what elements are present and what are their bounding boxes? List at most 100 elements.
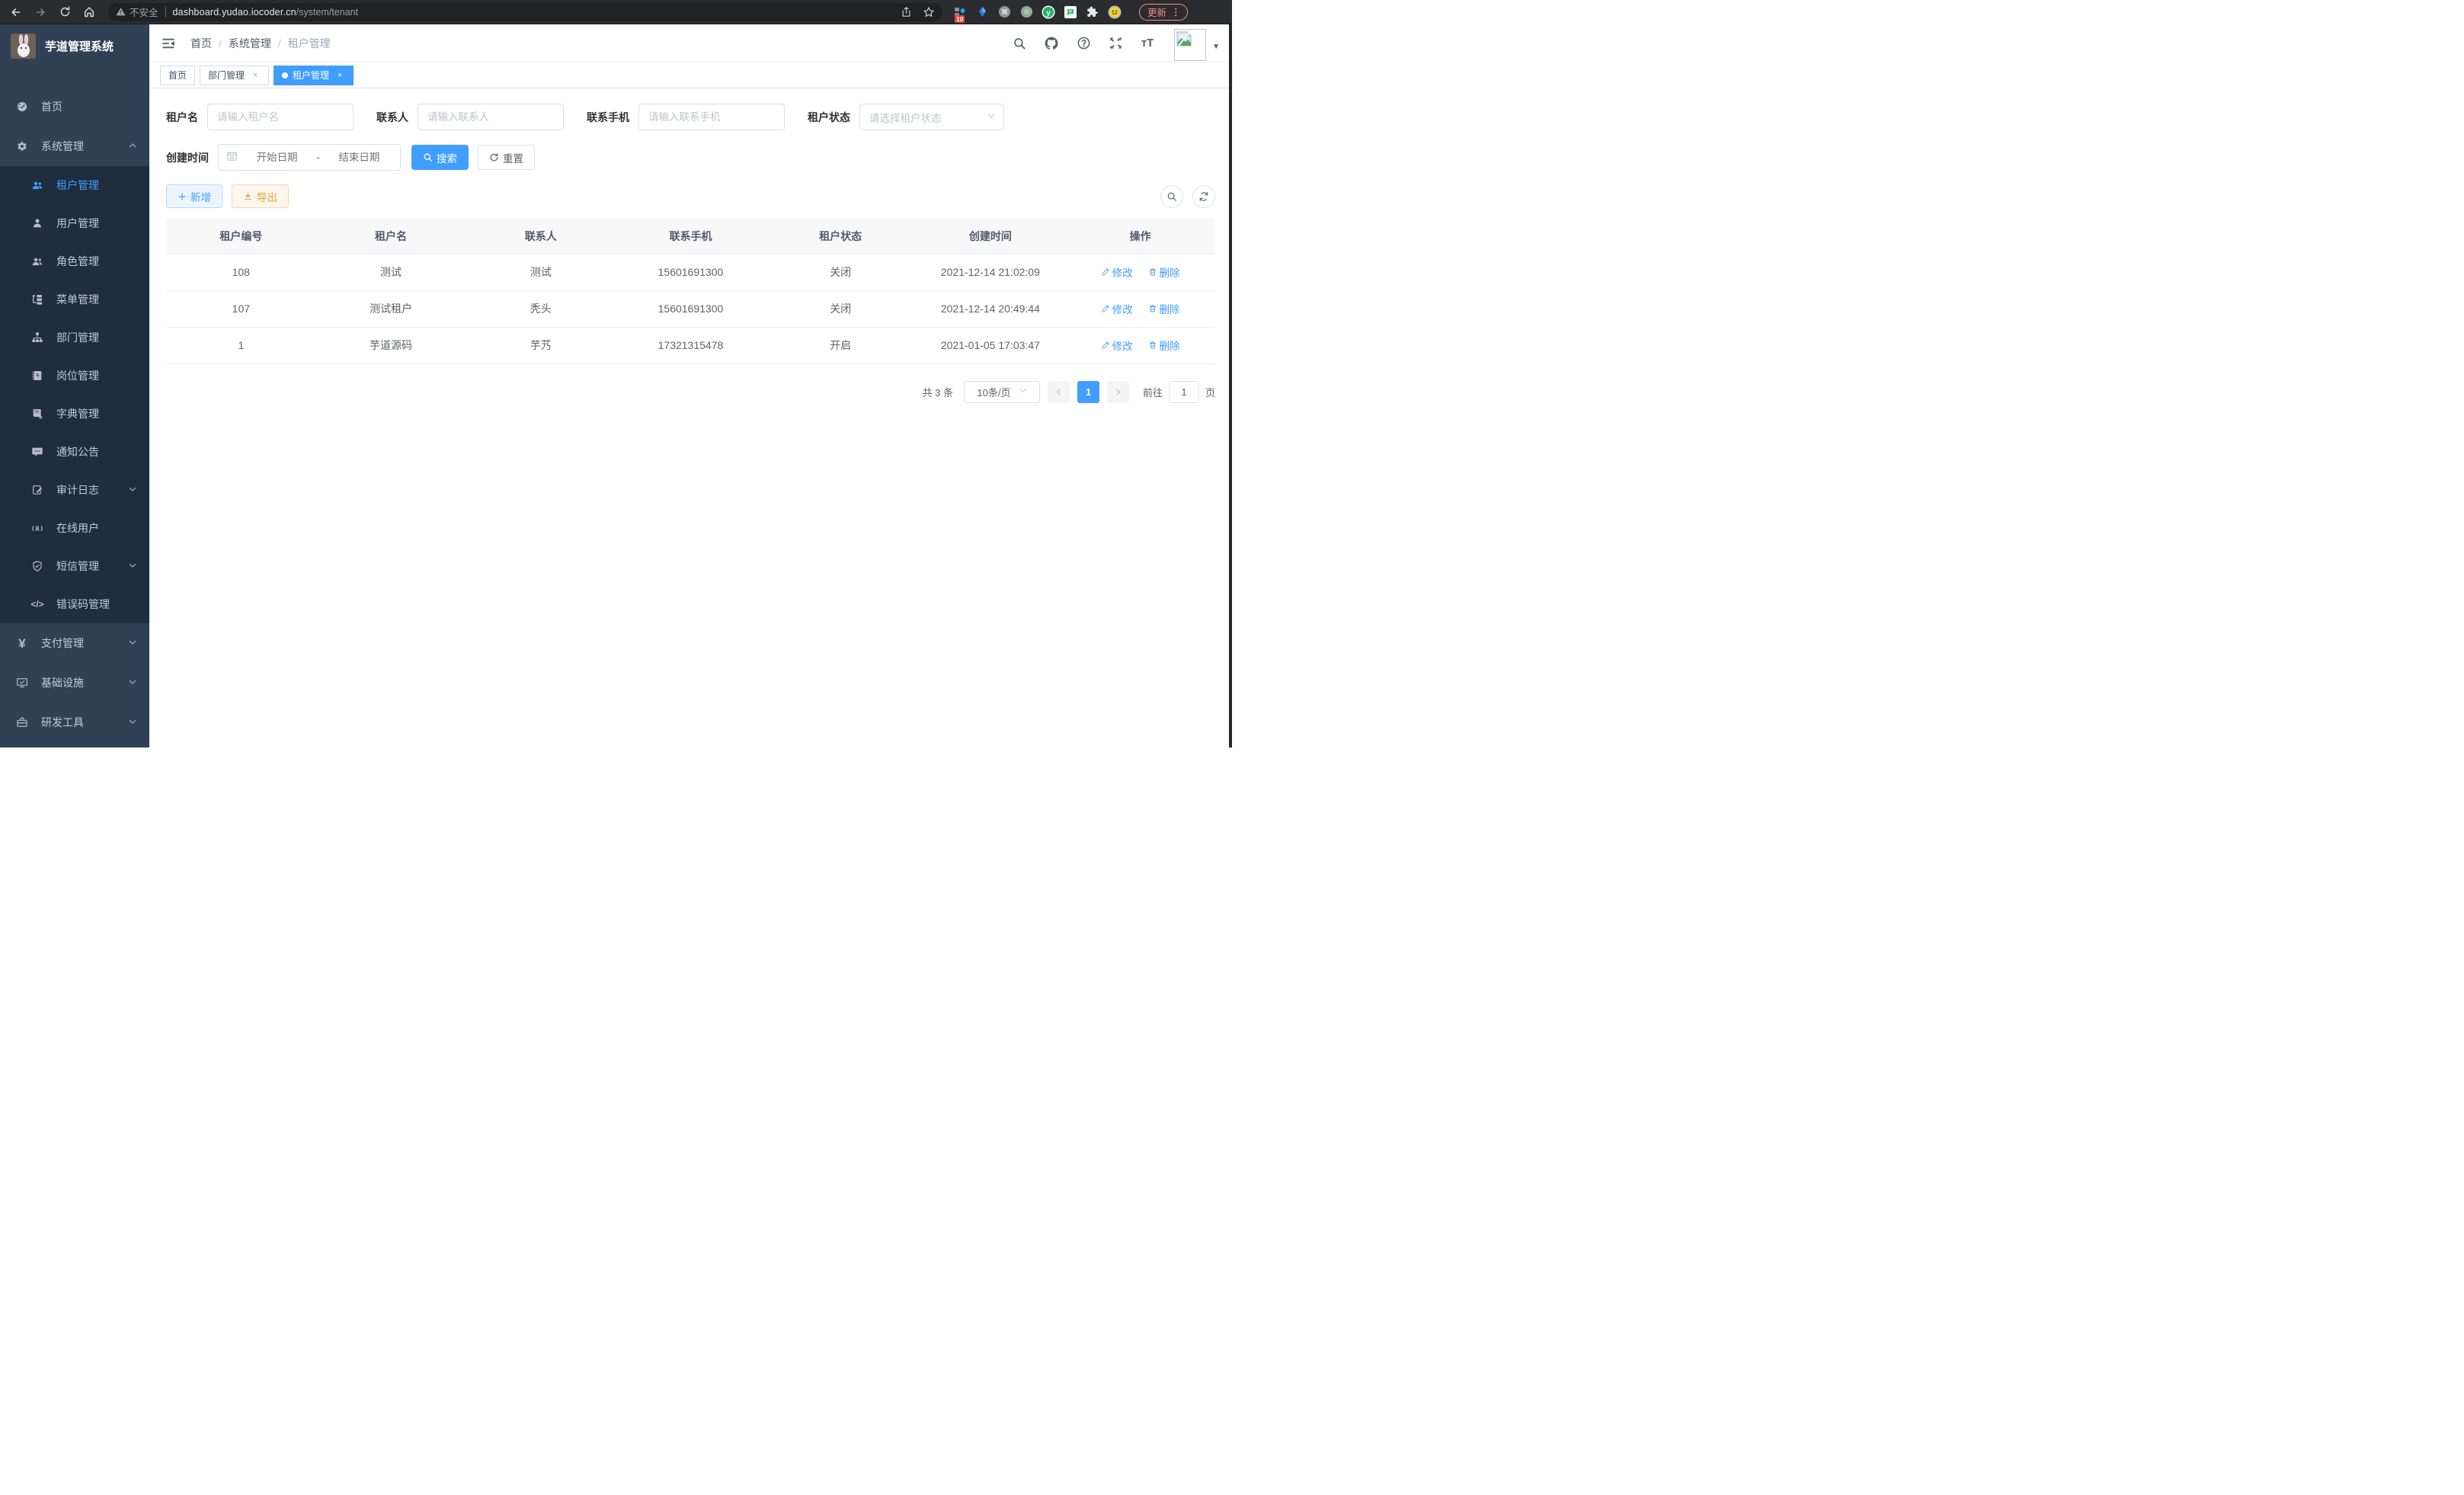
search-button[interactable]: 搜索 xyxy=(411,145,469,170)
browser-menu-icon[interactable]: ⋮ xyxy=(1171,6,1181,18)
font-size-icon[interactable]: ᴛT xyxy=(1139,35,1156,52)
sidebar-item-label: 在线用户 xyxy=(56,520,99,536)
sidebar-item-infra[interactable]: 基础设施 xyxy=(0,663,149,703)
extension-grid-icon[interactable]: 10 xyxy=(953,5,967,19)
sidebar-item-label: 错误码管理 xyxy=(56,597,110,612)
edit-link[interactable]: 修改 xyxy=(1101,338,1133,353)
sidebar-item-dict[interactable]: 字典管理 xyxy=(0,395,149,433)
date-end-input[interactable] xyxy=(326,152,392,163)
message-icon xyxy=(31,446,43,458)
tab-home[interactable]: 首页 xyxy=(160,66,195,85)
profile-emoji-icon[interactable] xyxy=(1108,5,1122,19)
sidebar-item-pay[interactable]: ¥ 支付管理 xyxy=(0,623,149,663)
extension-chat-icon[interactable] xyxy=(1064,5,1077,19)
avatar[interactable] xyxy=(1174,29,1206,61)
extension-y-icon[interactable]: y xyxy=(1042,5,1055,19)
extension-command-icon[interactable]: ⌘ xyxy=(997,5,1011,19)
delete-link[interactable]: 删除 xyxy=(1148,338,1180,353)
browser-update-button[interactable]: 更新 ⋮ xyxy=(1139,4,1188,21)
sidebar-item-user[interactable]: 用户管理 xyxy=(0,204,149,242)
github-icon[interactable] xyxy=(1043,35,1060,52)
delete-link[interactable]: 删除 xyxy=(1148,264,1180,280)
browser-back-icon[interactable] xyxy=(6,2,26,22)
breadcrumb-system[interactable]: 系统管理 xyxy=(229,36,271,51)
tab-tenant[interactable]: 租户管理 × xyxy=(274,66,354,85)
next-page-button[interactable] xyxy=(1107,381,1129,403)
prev-page-button[interactable] xyxy=(1048,381,1070,403)
page-number-1[interactable]: 1 xyxy=(1077,381,1099,403)
add-button[interactable]: 新增 xyxy=(166,184,222,208)
contact-input[interactable] xyxy=(418,104,564,130)
sidebar-item-role[interactable]: 角色管理 xyxy=(0,242,149,280)
col-status: 租户状态 xyxy=(766,219,916,254)
sidebar-item-label: 系统管理 xyxy=(41,139,84,154)
browser-reload-icon[interactable] xyxy=(55,2,75,22)
user-menu[interactable]: ▼ xyxy=(1174,26,1220,61)
book-icon xyxy=(31,408,43,420)
header-search-icon[interactable] xyxy=(1011,35,1028,52)
sidebar-item-online[interactable]: 在线用户 xyxy=(0,509,149,547)
update-label: 更新 xyxy=(1147,5,1166,19)
filter-row-2: 创建时间 - 搜索 xyxy=(166,144,1215,171)
sidebar-item-errcode[interactable]: </> 错误码管理 xyxy=(0,585,149,623)
bookmark-star-icon[interactable] xyxy=(923,6,935,18)
toggle-search-button[interactable] xyxy=(1160,185,1183,208)
date-range-picker[interactable]: - xyxy=(218,144,401,171)
tab-close-icon[interactable]: × xyxy=(334,70,345,81)
delete-link[interactable]: 删除 xyxy=(1148,301,1180,316)
browser-forward-icon[interactable] xyxy=(30,2,50,22)
chevron-down-icon xyxy=(987,111,996,123)
sidebar-item-audit[interactable]: 审计日志 xyxy=(0,471,149,509)
help-icon[interactable] xyxy=(1075,35,1092,52)
sidebar-item-tool[interactable]: 研发工具 xyxy=(0,703,149,742)
sidebar-item-menu[interactable]: 菜单管理 xyxy=(0,280,149,319)
security-indicator[interactable]: 不安全 xyxy=(116,5,158,19)
address-bar[interactable]: 不安全 dashboard.yudao.iocoder.cn/system/te… xyxy=(108,3,942,21)
share-icon[interactable] xyxy=(901,6,912,18)
export-button-label: 导出 xyxy=(257,189,277,204)
caret-down-icon: ▼ xyxy=(1212,43,1220,51)
extension-kite-icon[interactable] xyxy=(975,5,989,19)
sidebar-logo[interactable]: 芋道管理系统 xyxy=(0,24,149,67)
sidebar-item-post[interactable]: 岗位管理 xyxy=(0,357,149,395)
sidebar-item-dept[interactable]: 部门管理 xyxy=(0,319,149,357)
extension-dot-icon[interactable] xyxy=(1019,5,1033,19)
table-row: 108 测试 测试 15601691300 关闭 2021-12-14 21:0… xyxy=(166,254,1215,290)
gear-icon xyxy=(16,140,28,152)
tab-dept[interactable]: 部门管理 × xyxy=(200,66,269,85)
sidebar-item-home[interactable]: 首页 xyxy=(0,87,149,126)
col-created: 创建时间 xyxy=(916,219,1066,254)
fullscreen-icon[interactable] xyxy=(1107,35,1124,52)
export-button[interactable]: 导出 xyxy=(232,184,289,208)
sidebar-item-sms[interactable]: 短信管理 xyxy=(0,547,149,585)
page-content: 租户名 联系人 联系手机 租户状态 请选择租户状态 xyxy=(149,88,1232,748)
sidebar-item-notice[interactable]: 通知公告 xyxy=(0,433,149,471)
date-start-input[interactable] xyxy=(244,152,310,163)
col-mobile: 联系手机 xyxy=(616,219,766,254)
extensions-puzzle-icon[interactable] xyxy=(1086,5,1099,19)
goto-page-input[interactable] xyxy=(1169,381,1199,403)
status-select[interactable]: 请选择租户状态 xyxy=(859,104,1004,130)
cell-tenant-id: 108 xyxy=(166,254,316,290)
browser-home-icon[interactable] xyxy=(79,2,99,22)
breadcrumb-home[interactable]: 首页 xyxy=(190,36,212,51)
tenant-table: 租户编号 租户名 联系人 联系手机 租户状态 创建时间 操作 108 测试 xyxy=(166,219,1215,364)
sidebar-toggle-icon[interactable] xyxy=(160,35,177,52)
reset-button[interactable]: 重置 xyxy=(478,145,535,170)
edit-link[interactable]: 修改 xyxy=(1101,264,1133,280)
warning-icon xyxy=(116,7,126,17)
mobile-input[interactable] xyxy=(638,104,785,130)
tab-close-icon[interactable]: × xyxy=(250,70,261,81)
refresh-table-button[interactable] xyxy=(1192,185,1215,208)
active-dot xyxy=(282,72,288,78)
chevron-right-icon xyxy=(1114,388,1122,396)
tenant-name-input[interactable] xyxy=(207,104,354,130)
page-size-select[interactable]: 10条/页 xyxy=(964,381,1040,403)
search-icon xyxy=(1166,191,1177,202)
status-label: 租户状态 xyxy=(808,110,850,125)
sidebar-item-label: 研发工具 xyxy=(41,715,84,730)
sidebar-item-label: 租户管理 xyxy=(56,178,99,193)
edit-link[interactable]: 修改 xyxy=(1101,301,1133,316)
sidebar-item-tenant[interactable]: 租户管理 xyxy=(0,166,149,204)
sidebar-item-system[interactable]: 系统管理 xyxy=(0,126,149,166)
